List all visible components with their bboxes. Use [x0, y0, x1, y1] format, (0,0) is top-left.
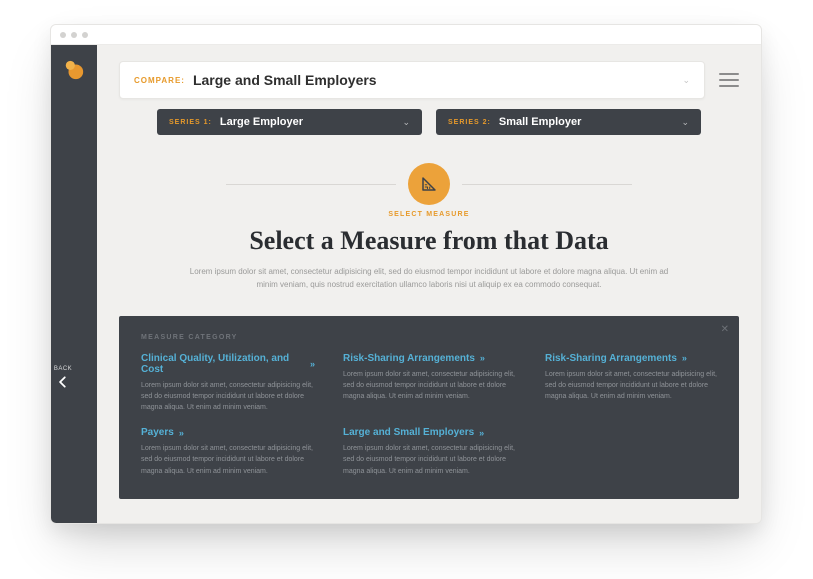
category-title: Clinical Quality, Utilization, and Cost: [141, 353, 305, 375]
menu-button[interactable]: [719, 69, 739, 91]
back-button[interactable]: BACK: [50, 355, 81, 399]
hero-eyebrow: SELECT MEASURE: [157, 211, 701, 218]
category-item: Risk-Sharing Arrangements » Lorem ipsum …: [343, 353, 515, 414]
chevron-right-icon: »: [682, 353, 685, 363]
series-1-dropdown[interactable]: SERIES 1: Large Employer ⌄: [157, 109, 422, 135]
app-logo: [63, 59, 85, 81]
category-title: Risk-Sharing Arrangements: [545, 353, 677, 364]
chevron-down-icon: ⌄: [682, 75, 690, 86]
category-desc: Lorem ipsum dolor sit amet, consectetur …: [343, 443, 515, 477]
browser-titlebar: [51, 25, 761, 45]
category-item: Payers » Lorem ipsum dolor sit amet, con…: [141, 427, 313, 477]
compare-value: Large and Small Employers: [193, 72, 377, 88]
chevron-down-icon: ⌄: [681, 117, 689, 128]
hero-section: SELECT MEASURE Select a Measure from tha…: [97, 151, 761, 308]
chevron-right-icon: »: [479, 428, 482, 438]
chevron-right-icon: »: [310, 359, 313, 369]
chevron-right-icon: »: [179, 428, 182, 438]
series-1-value: Large Employer: [220, 116, 303, 128]
compare-dropdown[interactable]: COMPARE: Large and Small Employers ⌄: [119, 61, 705, 99]
measure-badge: [408, 163, 450, 205]
category-link[interactable]: Risk-Sharing Arrangements »: [343, 353, 515, 364]
category-desc: Lorem ipsum dolor sit amet, consectetur …: [545, 369, 717, 403]
chevron-right-icon: »: [480, 353, 483, 363]
category-link[interactable]: Clinical Quality, Utilization, and Cost …: [141, 353, 313, 375]
category-title: Payers: [141, 427, 174, 438]
category-link[interactable]: Large and Small Employers »: [343, 427, 515, 438]
series-2-tag: SERIES 2:: [448, 119, 491, 126]
category-desc: Lorem ipsum dolor sit amet, consectetur …: [141, 380, 313, 414]
series-2-dropdown[interactable]: SERIES 2: Small Employer ⌄: [436, 109, 701, 135]
ruler-triangle-icon: [420, 175, 438, 193]
category-desc: Lorem ipsum dolor sit amet, consectetur …: [343, 369, 515, 403]
category-title: Large and Small Employers: [343, 427, 474, 438]
category-title: Risk-Sharing Arrangements: [343, 353, 475, 364]
back-label: BACK: [54, 366, 72, 372]
main-content: COMPARE: Large and Small Employers ⌄ SER…: [97, 45, 761, 523]
category-item: Large and Small Employers » Lorem ipsum …: [343, 427, 515, 477]
chevron-left-icon: [56, 375, 70, 389]
panel-eyebrow: MEASURE CATEGORY: [141, 334, 717, 341]
window-dot: [71, 32, 77, 38]
compare-label: COMPARE:: [134, 76, 185, 85]
sidebar: [51, 45, 97, 523]
category-link[interactable]: Payers »: [141, 427, 313, 438]
divider: [462, 184, 632, 185]
divider: [226, 184, 396, 185]
series-2-value: Small Employer: [499, 116, 582, 128]
close-icon[interactable]: ✕: [721, 324, 729, 335]
category-link[interactable]: Risk-Sharing Arrangements »: [545, 353, 717, 364]
window-dot: [82, 32, 88, 38]
page-subtitle: Lorem ipsum dolor sit amet, consectetur …: [189, 266, 669, 292]
measure-category-panel: ✕ MEASURE CATEGORY Clinical Quality, Uti…: [119, 316, 739, 499]
window-dot: [60, 32, 66, 38]
chevron-down-icon: ⌄: [402, 117, 410, 128]
category-item: Clinical Quality, Utilization, and Cost …: [141, 353, 313, 414]
series-1-tag: SERIES 1:: [169, 119, 212, 126]
category-desc: Lorem ipsum dolor sit amet, consectetur …: [141, 443, 313, 477]
page-title: Select a Measure from that Data: [157, 226, 701, 256]
category-item: Risk-Sharing Arrangements » Lorem ipsum …: [545, 353, 717, 414]
